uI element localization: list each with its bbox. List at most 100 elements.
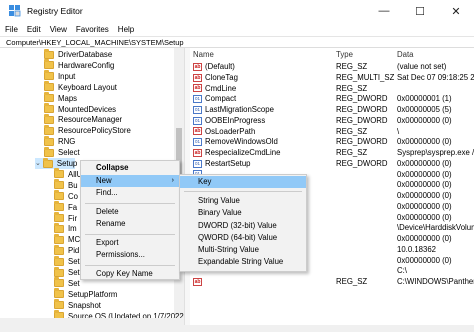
value-type: REG_DWORD	[336, 105, 388, 114]
context-item-rename[interactable]: Rename	[81, 218, 179, 230]
tree-item[interactable]: ResourcePolicyStore	[44, 124, 174, 136]
value-row[interactable]: ab (Default) REG_SZ (value not set)	[190, 62, 474, 73]
context-item-label: Rename	[96, 219, 126, 228]
context-item-collapse[interactable]: Collapse	[81, 162, 179, 174]
submenu-item-label: QWORD (64-bit) Value	[198, 232, 278, 242]
string-value-icon: ab	[193, 73, 202, 82]
context-item-delete[interactable]: Delete	[81, 206, 179, 218]
tree-item-label: Maps	[58, 93, 78, 103]
value-name: 01 RestartSetup	[193, 159, 333, 170]
value-row[interactable]: ab REG_SZ C:\WINDOWS\Panther	[190, 277, 474, 288]
new-key[interactable]: Key	[180, 176, 306, 188]
value-row[interactable]: ab OsLoaderPath REG_SZ \	[190, 127, 474, 138]
value-name: ab	[193, 277, 333, 288]
context-item-new[interactable]: New ›	[81, 174, 179, 187]
column-header-type[interactable]: Type	[336, 48, 353, 61]
value-type: REG_DWORD	[336, 158, 388, 168]
value-data: 0x00000000 (0)	[397, 180, 452, 190]
tree-item-label: Snapshot	[68, 300, 101, 310]
context-item-export[interactable]: Export	[81, 237, 179, 249]
value-type: REG_MULTI_SZ	[336, 72, 394, 82]
column-header-data[interactable]: Data	[397, 48, 413, 61]
new-expandable-string-value[interactable]: Expandable String Value	[180, 256, 306, 268]
value-data: Sysprep\sysprep.exe /re	[397, 148, 474, 157]
folder-icon	[54, 255, 64, 266]
tree-item[interactable]: ⌄ Setup	[35, 157, 78, 169]
chevron-down-icon[interactable]: ⌄	[35, 158, 41, 169]
menu-favorites[interactable]: Favorites	[76, 25, 109, 34]
tree-item-label: MC	[68, 235, 81, 245]
string-value-icon: ab	[193, 277, 202, 286]
minimize-button[interactable]: —	[366, 0, 402, 22]
value-row[interactable]: ab CloneTag REG_MULTI_SZ Sat Dec 07 09:18:2…	[190, 73, 474, 84]
close-button[interactable]: ✕	[438, 0, 474, 22]
tree-item[interactable]: Keyboard Layout	[44, 81, 174, 93]
tree-item[interactable]: Snapshot	[54, 299, 184, 311]
string-value-icon: ab	[193, 127, 202, 136]
tree-item[interactable]: Maps	[44, 92, 174, 104]
value-type: REG_SZ	[336, 62, 368, 71]
value-data: 10.0.18362	[397, 244, 437, 254]
tree-item-label: Set	[68, 257, 80, 267]
folder-icon	[44, 48, 54, 59]
context-item-find[interactable]: Find...	[81, 187, 179, 199]
tree-item[interactable]: HardwareConfig	[44, 59, 174, 71]
menu-view[interactable]: View	[50, 25, 67, 34]
address-bar[interactable]: Computer\HKEY_LOCAL_MACHINE\SYSTEM\Setup	[0, 36, 474, 48]
value-name: ab OsLoaderPath	[193, 127, 333, 138]
value-data: 0x00000000 (0)	[397, 212, 452, 222]
value-row[interactable]: 01 RemoveWindowsOld REG_DWORD 0x00000000 (0…	[190, 137, 474, 148]
maximize-icon: ☐	[415, 5, 425, 18]
tree-horizontal-scrollbar[interactable]	[0, 318, 184, 325]
tree-item[interactable]: ResourceManager	[44, 113, 174, 125]
value-row[interactable]: 01 LastMigrationScope REG_DWORD 0x00000005 …	[190, 105, 474, 116]
menu-help[interactable]: Help	[118, 25, 134, 34]
context-item-copy-key-name[interactable]: Copy Key Name	[81, 268, 179, 280]
folder-icon	[54, 201, 64, 212]
value-data: 0x00000001 (1)	[397, 94, 452, 104]
folder-icon	[54, 222, 64, 233]
menu-separator	[85, 264, 175, 266]
window-title: Registry Editor	[27, 6, 83, 16]
column-header-name[interactable]: Name	[193, 48, 214, 61]
maximize-button[interactable]: ☐	[402, 0, 438, 22]
binary-value-icon: 01	[193, 159, 202, 168]
tree-item[interactable]: Input	[44, 70, 174, 82]
new-multi-string-value[interactable]: Multi-String Value	[180, 244, 306, 256]
tree-item[interactable]: SetupPlatform	[54, 288, 184, 300]
context-item-label: Collapse	[96, 163, 129, 172]
value-data: C:\	[397, 266, 407, 276]
new-dword-32-bit-value[interactable]: DWORD (32-bit) Value	[180, 220, 306, 232]
value-data: (value not set)	[397, 62, 447, 71]
submenu-item-label: Expandable String Value	[198, 257, 284, 267]
context-item-permissions[interactable]: Permissions...	[81, 249, 179, 261]
tree-item[interactable]: DriverDatabase	[44, 48, 174, 60]
new-binary-value[interactable]: Binary Value	[180, 207, 306, 219]
tree-item-label: Input	[58, 71, 76, 81]
value-data: \Device\HarddiskVolum	[397, 223, 474, 233]
value-row[interactable]: 01 RestartSetup REG_DWORD 0x00000000 (0)	[190, 159, 474, 170]
value-name-text: CmdLine	[205, 83, 237, 93]
value-data: 0x00000000 (0)	[397, 158, 452, 168]
value-type: REG_SZ	[336, 126, 368, 136]
new-string-value[interactable]: String Value	[180, 195, 306, 207]
binary-value-icon: 01	[193, 95, 202, 104]
value-type: REG_SZ	[336, 277, 368, 286]
value-name: 01 OOBEInProgress	[193, 116, 333, 127]
new-qword-64-bit-value[interactable]: QWORD (64-bit) Value	[180, 232, 306, 244]
tree-item-label: Setup	[56, 159, 78, 168]
value-name-text: LastMigrationScope	[205, 105, 274, 114]
folder-icon	[54, 266, 64, 277]
tree-item[interactable]: RNG	[44, 135, 174, 147]
folder-icon	[54, 299, 64, 310]
tree-item-label: RNG	[58, 137, 76, 147]
tree-item[interactable]: MountedDevices	[44, 103, 174, 115]
value-row[interactable]: 01 Compact REG_DWORD 0x00000001 (1)	[190, 94, 474, 105]
folder-icon	[54, 244, 64, 255]
value-row[interactable]: 01 OOBEInProgress REG_DWORD 0x00000000 (0)	[190, 116, 474, 127]
value-row[interactable]: ab RespecializeCmdLine REG_SZ Sysprep\syspr…	[190, 148, 474, 159]
menu-file[interactable]: File	[5, 25, 18, 34]
tree-item[interactable]: Select	[44, 146, 174, 158]
value-row[interactable]: ab CmdLine REG_SZ	[190, 84, 474, 95]
menu-edit[interactable]: Edit	[27, 25, 41, 34]
